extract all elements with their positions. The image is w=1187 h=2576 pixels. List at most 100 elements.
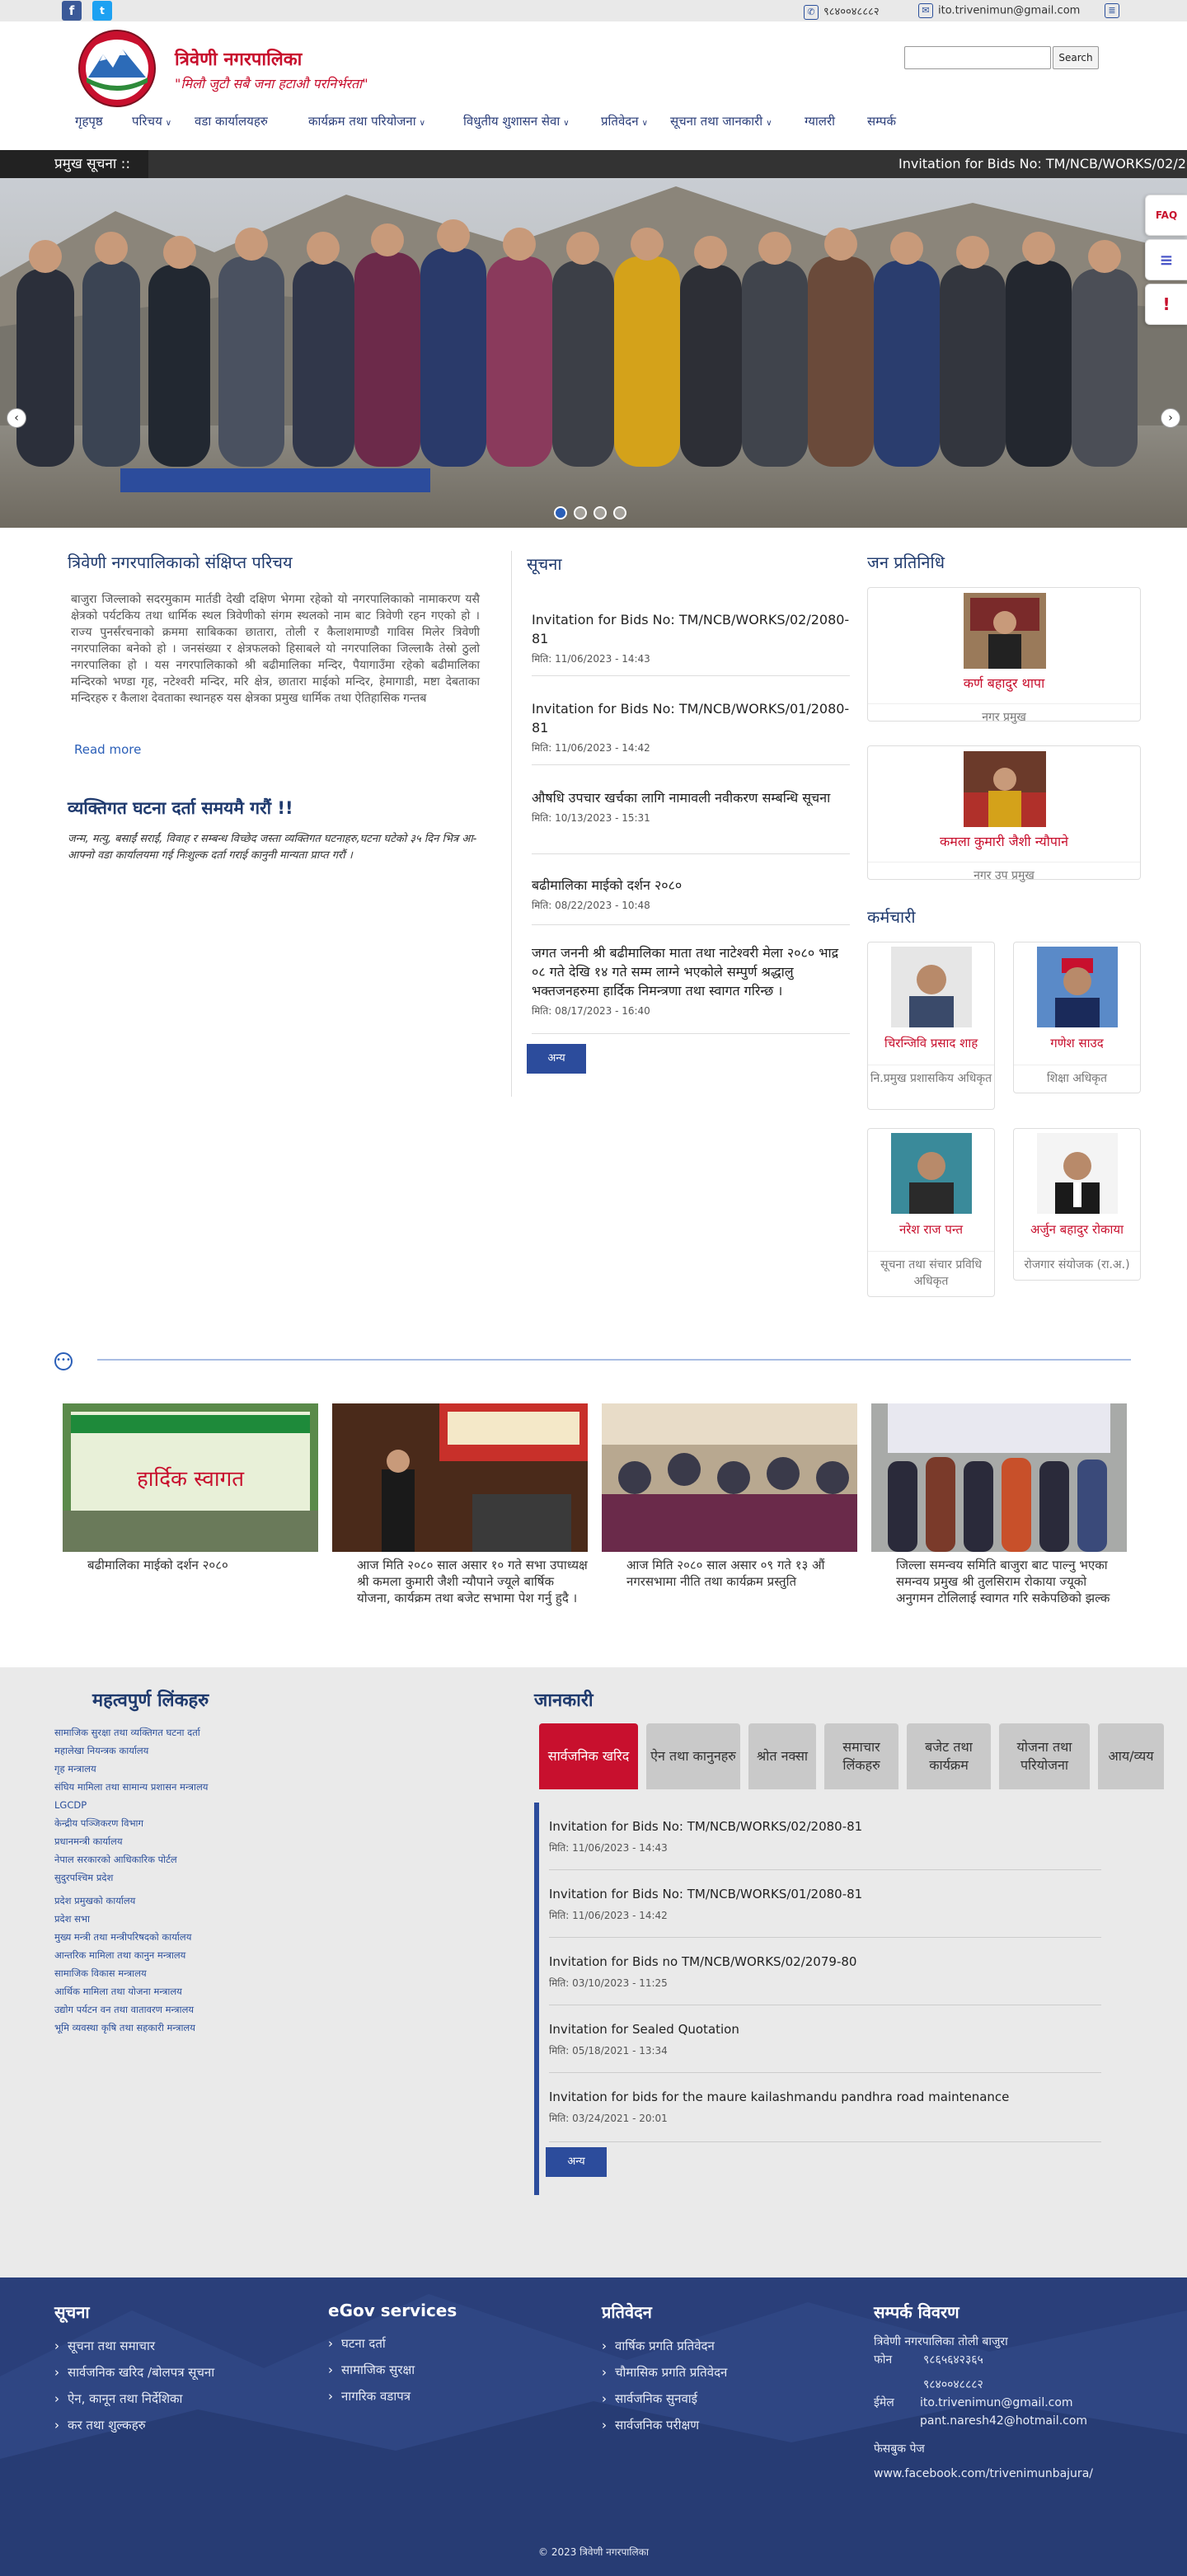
ticker-text[interactable]: Invitation for Bids No: TM/NCB/WORKS/02/… — [898, 150, 1187, 178]
tab-resource-map[interactable]: श्रोत नक्सा — [748, 1723, 816, 1789]
topbar-email[interactable]: ✉ ito.trivenimun@gmail.com — [918, 3, 1080, 18]
procurement-item[interactable]: Invitation for Bids no TM/NCB/WORKS/02/2… — [549, 1954, 1101, 2005]
event-text: जन्म, मत्यु, बसाईं सराईं, विवाह र सम्बन्… — [68, 833, 477, 862]
procurement-item[interactable]: Invitation for bids for the maure kailas… — [549, 2089, 1101, 2142]
slider-prev-icon[interactable]: ‹ — [7, 408, 26, 428]
staff-card[interactable]: अर्जुन बहादुर रोकाया रोजगार संयोजक (रा.अ… — [1013, 1128, 1141, 1281]
footer-link[interactable]: सामाजिक सुरक्षा — [328, 2357, 584, 2383]
tab-budget[interactable]: बजेट तथा कार्यक्रम — [907, 1723, 991, 1789]
important-link[interactable]: LGCDP — [54, 1796, 302, 1814]
notice-item[interactable]: जगत जननी श्री बढीमालिका माता तथा नाटेश्व… — [532, 943, 850, 1034]
important-link[interactable]: महालेखा नियन्त्रक कार्यालय — [54, 1742, 302, 1760]
important-link[interactable]: नेपाल सरकारको आधिकारिक पोर्टल — [54, 1850, 302, 1869]
footer-link[interactable]: नागरिक वडापत्र — [328, 2383, 584, 2409]
nav-ward-offices[interactable]: वडा कार्यालयहरु — [195, 113, 268, 129]
tab-acts-laws[interactable]: ऐन तथा कानुनहरु — [646, 1723, 740, 1789]
footer-link[interactable]: घटना दर्ता — [328, 2330, 584, 2357]
staff-card[interactable]: चिरन्जिवि प्रसाद शाह नि.प्रमुख प्रशासकिय… — [867, 942, 995, 1110]
search-button[interactable]: Search — [1053, 46, 1099, 69]
facebook-icon[interactable]: f — [62, 1, 82, 21]
representative-name: कर्ण बहादुर थापा — [963, 675, 1045, 691]
nav-information[interactable]: सूचना तथा जानकारी ∨ — [670, 113, 772, 129]
staff-card[interactable]: गणेश साउद शिक्षा अधिकृत — [1013, 942, 1141, 1093]
notice-item[interactable]: औषधि उपचार खर्चका लागि नामावली नवीकरण सम… — [532, 788, 850, 854]
important-link[interactable]: भूमि व्यवस्था कृषि तथा सहकारी मन्त्रालय — [54, 2019, 302, 2037]
procurement-item-date: मिति: 03/24/2021 - 20:01 — [549, 2111, 1101, 2125]
nav-home[interactable]: गृहपृष्ठ — [75, 113, 103, 129]
contact-email-2[interactable]: pant.naresh42@hotmail.com — [920, 2412, 1087, 2430]
important-link[interactable]: केन्द्रीय पञ्जिकरण विभाग — [54, 1814, 302, 1832]
main-nav: गृहपृष्ठ परिचय ∨ वडा कार्यालयहरु कार्यक्र… — [0, 113, 1187, 138]
slider-dot[interactable] — [574, 506, 587, 519]
footer-link[interactable]: वार्षिक प्रगति प्रतिवेदन — [602, 2333, 857, 2359]
nav-about[interactable]: परिचय ∨ — [132, 113, 171, 129]
faq-icon[interactable]: FAQ — [1145, 195, 1187, 236]
tab-income-expense[interactable]: आय/व्यय — [1098, 1723, 1164, 1789]
footer-link[interactable]: कर तथा शुल्कहरु — [54, 2412, 310, 2438]
footer-link[interactable]: सार्वजनिक खरिद /बोलपत्र सूचना — [54, 2359, 310, 2386]
info-more-button[interactable]: अन्य — [546, 2147, 607, 2177]
footer-link[interactable]: सार्वजनिक परीक्षण — [602, 2412, 857, 2438]
tab-plans[interactable]: योजना तथा परियोजना — [999, 1723, 1090, 1789]
alert-icon[interactable]: ! — [1145, 284, 1187, 325]
read-more-link[interactable]: Read more — [74, 742, 141, 757]
footer-link[interactable]: सूचना तथा समाचार — [54, 2333, 310, 2359]
footer-link[interactable]: ऐन, कानून तथा निर्देशिका — [54, 2386, 310, 2412]
footer-heading: सम्पर्क विवरण — [874, 2302, 959, 2322]
important-link[interactable]: सामाजिक सुरक्षा तथा व्यक्तिगत घटना दर्ता — [54, 1723, 302, 1742]
gallery-item[interactable]: आज मिति २०८० साल असार ०९ गते १३ औं नगरसभ… — [602, 1403, 857, 1590]
topbar-phone: ✆ ९८४००४८८८२ — [804, 3, 880, 20]
nav-gallery[interactable]: ग्यालरी — [805, 113, 835, 129]
footer-col-contact: सम्पर्क विवरण त्रिवेणी नगरपालिका तोली बा… — [874, 2301, 1146, 2483]
slider-dot[interactable] — [594, 506, 607, 519]
gallery-item[interactable]: हार्दिक स्वागत बढीमालिका माईको दर्शन २०८… — [63, 1403, 318, 1573]
search-input[interactable] — [904, 46, 1051, 69]
important-link[interactable]: गृह मन्त्रालय — [54, 1760, 302, 1778]
important-link[interactable]: प्रधानमन्त्री कार्यालय — [54, 1832, 302, 1850]
contact-email-1[interactable]: ito.trivenimun@gmail.com — [920, 2394, 1073, 2412]
important-link[interactable]: मुख्य मन्त्री तथा मन्त्रीपरिषदको कार्याल… — [54, 1928, 302, 1946]
gallery-image — [602, 1403, 857, 1552]
nav-contact[interactable]: सम्पर्क — [867, 113, 896, 129]
chevron-down-icon: ∨ — [165, 119, 172, 128]
contact-fb-link[interactable]: www.facebook.com/trivenimunbajura/ — [874, 2465, 1146, 2483]
footer-link[interactable]: चौमासिक प्रगति प्रतिवेदन — [602, 2359, 857, 2386]
slider-dot[interactable] — [613, 506, 626, 519]
notice-item-title: बढीमालिका माईको दर्शन २०८० — [532, 877, 683, 893]
gallery-icon[interactable]: ••• — [54, 1352, 73, 1370]
procurement-item[interactable]: Invitation for Bids No: TM/NCB/WORKS/02/… — [549, 1819, 1101, 1870]
message-icon[interactable]: ≡ — [1145, 239, 1187, 280]
representative-card[interactable]: कर्ण बहादुर थापा नगर प्रमुख — [867, 587, 1141, 724]
gallery-item[interactable]: जिल्ला समन्वय समिति बाजुरा बाट पाल्नु भए… — [871, 1403, 1127, 1606]
important-link[interactable]: सामाजिक विकास मन्त्रालय — [54, 1964, 302, 1982]
notice-item[interactable]: बढीमालिका माईको दर्शन २०८० मिति: 08/22/2… — [532, 876, 850, 925]
notice-item[interactable]: Invitation for Bids No: TM/NCB/WORKS/02/… — [532, 610, 850, 676]
important-link[interactable]: सुदुरपश्चिम प्रदेश — [54, 1869, 302, 1887]
staff-card[interactable]: नरेश राज पन्त सूचना तथा संचार प्रविधि अध… — [867, 1128, 995, 1297]
procurement-item[interactable]: Invitation for Sealed Quotation मिति: 05… — [549, 2022, 1101, 2073]
important-link[interactable]: संघिय मामिला तथा सामान्य प्रशासन मन्त्रा… — [54, 1778, 302, 1796]
notice-item[interactable]: Invitation for Bids No: TM/NCB/WORKS/01/… — [532, 699, 850, 765]
twitter-icon[interactable]: t — [92, 1, 112, 21]
nav-egov[interactable]: विधुतीय शुशासन सेवा ∨ — [463, 113, 570, 129]
notices-more-button[interactable]: अन्य — [527, 1044, 586, 1074]
important-link[interactable]: प्रदेश प्रमुखको कार्यालय — [54, 1892, 302, 1910]
gallery-item[interactable]: आज मिति २०८० साल असार १० गते सभा उपाध्यक… — [332, 1403, 588, 1606]
document-icon[interactable]: ≣ — [1105, 3, 1119, 18]
nav-reports[interactable]: प्रतिवेदन ∨ — [601, 113, 648, 129]
slider-next-icon[interactable]: › — [1161, 408, 1180, 428]
representative-card[interactable]: कमला कुमारी जैशी न्यौपाने नगर उप प्रमुख — [867, 745, 1141, 882]
tab-news-links[interactable]: समाचार लिंकहरु — [824, 1723, 898, 1789]
tab-public-procurement[interactable]: सार्वजनिक खरिद — [539, 1723, 638, 1789]
site-logo[interactable] — [70, 28, 164, 109]
important-link[interactable]: प्रदेश सभा — [54, 1910, 302, 1928]
procurement-item[interactable]: Invitation for Bids No: TM/NCB/WORKS/01/… — [549, 1887, 1101, 1938]
staff-photo — [891, 1133, 972, 1214]
important-link[interactable]: आन्तरिक मामिला तथा कानुन मन्त्रालय — [54, 1946, 302, 1964]
slider-dot[interactable] — [554, 506, 567, 519]
footer-link[interactable]: सार्वजनिक सुनवाई — [602, 2386, 857, 2412]
important-link[interactable]: उद्योग पर्यटन वन तथा वातावरण मन्त्रालय — [54, 2000, 302, 2019]
nav-programs[interactable]: कार्यक्रम तथा परियोजना ∨ — [308, 113, 425, 129]
important-link[interactable]: आर्थिक मामिला तथा योजना मन्त्रालय — [54, 1982, 302, 2000]
site-title[interactable]: त्रिवेणी नगरपालिका — [175, 46, 302, 71]
